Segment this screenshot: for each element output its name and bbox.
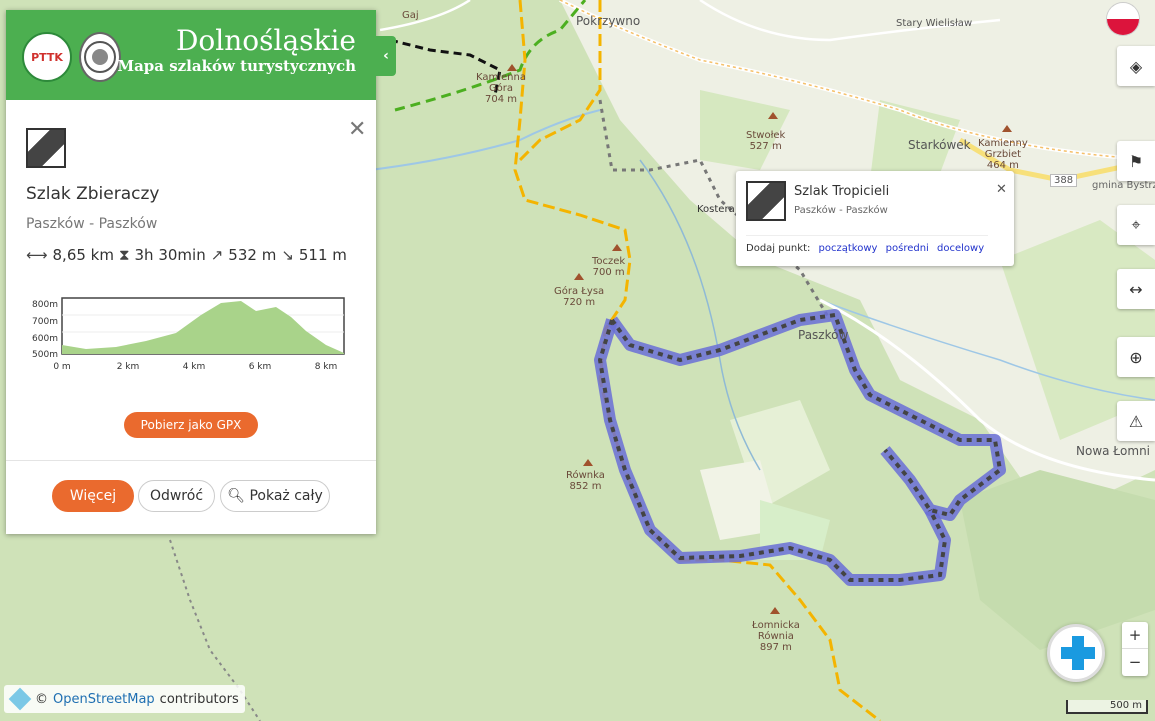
location-button[interactable]: ⌖ [1117,205,1155,245]
map-label-gaj: Gaj [402,10,419,21]
divider [746,235,988,236]
distance-value: 8,65 km [52,246,114,264]
chevron-left-icon: ‹ [383,48,389,64]
app-title: Dolnośląskie [175,24,356,57]
y-tick: 800m [32,300,58,310]
y-tick: 600m [32,334,58,344]
zoom-in-button[interactable]: + [1122,622,1148,649]
download-gpx-button[interactable]: Pobierz jako GPX [124,412,258,438]
add-point-label: Dodaj punkt: [746,243,811,254]
app-subtitle: Mapa szlaków turystycznych [117,57,356,75]
trail-stats: ⟷ 8,65 km ⧗ 3h 30min ↗ 532 m ↘ 511 m [26,246,347,264]
y-tick: 700m [32,317,58,327]
show-all-label: Pokaż cały [249,488,323,504]
close-icon[interactable]: ✕ [996,182,1007,197]
road-number-badge: 388 [1050,174,1078,187]
collapse-panel-button[interactable]: ‹ [376,36,396,76]
map-label-starkowek: Starkówek [908,138,971,152]
add-middle-point-link[interactable]: pośredni [886,243,929,254]
x-tick: 0 m [53,362,70,372]
map-label-lomnicka-rownia: Łomnicka Równia 897 m [752,620,800,653]
map-label-gmina: gmina Bystrzyca [1092,180,1155,191]
upload-button[interactable]: ⊕ [1117,337,1155,377]
map-label-gora-lysa: Góra Łysa 720 m [554,286,605,308]
x-tick: 8 km [315,362,338,372]
zoom-out-button[interactable]: − [1122,649,1148,676]
map-label-pokrzywno: Pokrzywno [576,14,641,28]
ascent-value: 532 m [228,246,277,264]
measure-button[interactable]: ↔ [1117,269,1155,309]
scale-bar: 500 m [1066,700,1148,714]
warning-button[interactable]: ⚠ [1117,401,1155,441]
trail-popup: Szlak Tropicieli Paszków - Paszków ✕ Dod… [736,171,1014,266]
trail-symbol-icon [26,128,66,168]
signpost-button[interactable]: ⚑ [1117,141,1155,181]
layers-logo-icon [8,687,32,711]
search-icon: 🔍︎ [227,488,246,504]
map-label-kostera: Kostera [697,204,735,215]
trail-info-panel: PTTK Dolnośląskie Mapa szlaków turystycz… [6,10,376,534]
signpost-icon: ⚑ [1128,151,1144,171]
hourglass-icon: ⧗ [118,246,130,264]
pttk-logo: PTTK [22,32,72,82]
distance-icon: ⟷ [26,246,48,264]
map-label-stwolek: Stwołek 527 m [746,130,786,152]
show-all-button[interactable]: 🔍︎ Pokaż cały [220,480,330,512]
x-tick: 4 km [183,362,206,372]
region-seal-logo [79,32,121,82]
descent-value: 511 m [298,246,347,264]
map-label-kamienna-gora: Kamienna Góra 704 m [476,72,526,105]
add-end-point-link[interactable]: docelowy [937,243,984,254]
popup-trail-name[interactable]: Szlak Tropicieli [794,184,889,199]
zoom-control: + − [1122,622,1148,676]
trail-title: Szlak Zbieraczy [26,184,160,204]
layers-icon: ◈ [1129,56,1143,76]
more-button[interactable]: Więcej [52,480,134,512]
warning-icon: ⚠ [1128,411,1144,431]
trail-route: Paszków - Paszków [26,216,158,232]
map-label-rowienka: Równka 852 m [566,470,605,492]
attribution: © OpenStreetMap contributors [4,685,245,713]
map-label-paszkow: Paszków [798,328,849,342]
map-pin-icon: ⌖ [1131,215,1141,234]
layers-button[interactable]: ◈ [1117,46,1155,86]
popup-route: Paszków - Paszków [794,205,888,216]
descent-icon: ↘ [281,246,294,264]
y-tick: 500m [32,350,58,360]
panel-header: PTTK Dolnośląskie Mapa szlaków turystycz… [6,10,376,100]
elevation-profile: 800m 700m 600m 500m 0 m 2 km 4 km 6 km 8… [32,297,345,372]
trail-symbol-icon [746,181,786,221]
map-label-toczek: Toczek 700 m [592,256,626,278]
time-value: 3h 30min [134,246,206,264]
medical-cross-icon[interactable] [1047,624,1105,682]
ascent-icon: ↗ [210,246,224,264]
add-point-row: Dodaj punkt: początkowy pośredni docelow… [746,243,984,254]
x-tick: 2 km [117,362,140,372]
osm-link[interactable]: OpenStreetMap [53,692,155,707]
arrows-horizontal-icon: ↔ [1129,279,1143,299]
divider [6,460,376,461]
map-viewport[interactable]: Gaj Pokrzywno Stary Wielisław Kamienna G… [0,0,1155,721]
attribution-suffix: contributors [159,691,239,707]
reverse-button[interactable]: Odwróć [138,480,215,512]
map-label-stary-wielislaw: Stary Wielisław [896,18,973,29]
map-label-nowa-lomnica: Nowa Łomni [1076,444,1151,458]
copyright-symbol: © [35,691,48,707]
arrow-up-circle-icon: ⊕ [1129,347,1143,367]
map-label-kamienny-grzbiet: Kamienny Grzbiet 464 m [978,138,1028,171]
language-flag-button[interactable] [1106,2,1140,36]
add-start-point-link[interactable]: początkowy [819,243,878,254]
close-icon[interactable]: ✕ [348,117,366,142]
x-tick: 6 km [249,362,272,372]
